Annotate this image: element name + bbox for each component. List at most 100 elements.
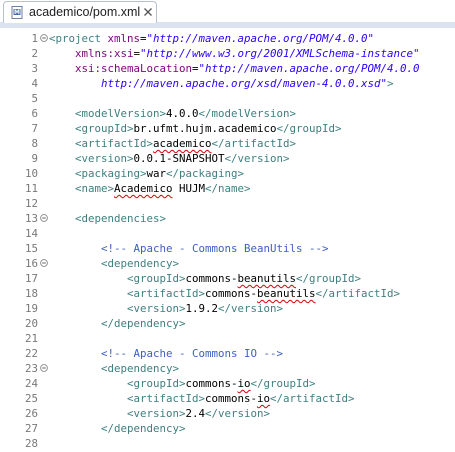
code-text: xsi:schemaLocation="http://maven.apache.… <box>49 61 420 76</box>
code-token: commons- <box>205 287 258 300</box>
code-token: 0.0.1-SNAPSHOT <box>133 152 225 165</box>
fold-toggle-icon[interactable] <box>40 259 48 267</box>
code-line[interactable]: 2 xmlns:xsi="http://www.w3.org/2001/XMLS… <box>0 46 455 61</box>
line-number: 5 <box>31 92 38 105</box>
code-line[interactable]: 21 <box>0 331 455 346</box>
fold-toggle-icon[interactable] <box>40 214 48 222</box>
line-number: 14 <box>24 227 38 240</box>
code-token: <artifactId> <box>49 137 154 150</box>
fold-toggle-icon[interactable] <box>40 34 48 42</box>
code-token: </modelVersion> <box>198 107 297 120</box>
code-token: <dependency> <box>49 362 180 375</box>
xml-source-editor[interactable]: 1 <project xmlns="http://maven.apache.org… <box>0 28 455 452</box>
code-line[interactable]: 13 <dependencies> <box>0 211 455 226</box>
line-number: 10 <box>24 167 38 180</box>
svg-text:M: M <box>14 9 20 16</box>
code-text: <packaging>war</packaging> <box>49 166 244 181</box>
line-number: 19 <box>24 302 38 315</box>
code-token: </groupId> <box>276 122 342 135</box>
code-token: <artifactId> <box>49 392 206 405</box>
code-token: <modelVersion> <box>49 107 167 120</box>
code-token: HUJM <box>172 182 206 195</box>
code-token: <dependency> <box>49 257 180 270</box>
line-number: 11 <box>24 182 38 195</box>
code-line[interactable]: 19 <version>1.9.2</version> <box>0 301 455 316</box>
code-line[interactable]: 16 <dependency> <box>0 256 455 271</box>
code-text: <dependency> <box>49 256 179 271</box>
line-number: 26 <box>24 407 38 420</box>
code-token: </artifactId> <box>211 137 297 150</box>
code-line[interactable]: 27 </dependency> <box>0 421 455 436</box>
code-text: <artifactId>commons-beanutils</artifactI… <box>49 286 400 301</box>
code-text: <modelVersion>4.0.0</modelVersion> <box>49 106 296 121</box>
code-text: <project xmlns="http://maven.apache.org/… <box>49 31 374 46</box>
code-token: </artifactId> <box>270 392 355 405</box>
code-token: academico <box>153 137 212 150</box>
code-token: commons- <box>205 392 258 405</box>
code-line[interactable]: 9 <version>0.0.1-SNAPSHOT</version> <box>0 151 455 166</box>
code-token: br.ufmt.hujm.academico <box>133 122 277 135</box>
line-number: 28 <box>24 437 38 450</box>
code-text: http://maven.apache.org/xsd/maven-4.0.0.… <box>49 76 394 91</box>
code-line[interactable]: 6 <modelVersion>4.0.0</modelVersion> <box>0 106 455 121</box>
code-line[interactable]: 1 <project xmlns="http://maven.apache.org… <box>0 31 455 46</box>
code-token: war <box>146 167 167 180</box>
tab-pom-xml[interactable]: M academico/pom.xml <box>3 1 157 23</box>
code-line[interactable]: 20 </dependency> <box>0 316 455 331</box>
fold-toggle-icon[interactable] <box>40 364 48 372</box>
line-number: 15 <box>24 242 38 255</box>
tab-title: academico/pom.xml <box>29 5 141 19</box>
code-line[interactable]: 8 <artifactId>academico</artifactId> <box>0 136 455 151</box>
code-text: xmlns:xsi="http://www.w3.org/2001/XMLSch… <box>49 46 420 61</box>
code-token: beanutils <box>257 287 316 300</box>
code-token: 2.4 <box>185 407 206 420</box>
code-line[interactable]: 23 <dependency> <box>0 361 455 376</box>
code-line[interactable]: 24 <groupId>commons-io</groupId> <box>0 376 455 391</box>
code-line[interactable]: 12 <box>0 196 455 211</box>
line-number: 22 <box>24 347 38 360</box>
line-number: 23 <box>24 362 38 375</box>
code-token: "http://maven.apache.org/POM/4.0.0 <box>198 62 420 75</box>
code-text: <version>1.9.2</version> <box>49 301 283 316</box>
code-text: <artifactId>academico</artifactId> <box>49 136 296 151</box>
code-token: <dependencies> <box>49 212 167 225</box>
code-text: <name>Academico HUJM</name> <box>49 181 251 196</box>
code-text: <dependency> <box>49 361 179 376</box>
code-token: > <box>387 77 394 90</box>
code-token: </artifactId> <box>315 287 401 300</box>
code-line[interactable]: 3 xsi:schemaLocation="http://maven.apach… <box>0 61 455 76</box>
code-line[interactable]: 11 <name>Academico HUJM</name> <box>0 181 455 196</box>
code-line[interactable]: 17 <groupId>commons-beanutils</groupId> <box>0 271 455 286</box>
code-line[interactable]: 4 http://maven.apache.org/xsd/maven-4.0.… <box>0 76 455 91</box>
code-line[interactable]: 28 <box>0 436 455 451</box>
code-token: beanutils <box>237 272 297 285</box>
code-text: <groupId>commons-io</groupId> <box>49 376 316 391</box>
line-number: 7 <box>31 122 38 135</box>
code-token: <groupId> <box>49 377 186 390</box>
code-token: <groupId> <box>49 122 134 135</box>
code-text: <!-- Apache - Commons BeanUtils --> <box>49 241 329 256</box>
line-number: 20 <box>24 317 38 330</box>
code-line[interactable]: 14 <box>0 226 455 241</box>
code-token: <groupId> <box>49 272 186 285</box>
code-text: </dependency> <box>49 421 186 436</box>
code-line[interactable]: 15 <!-- Apache - Commons BeanUtils --> <box>0 241 455 256</box>
line-number: 21 <box>24 332 38 345</box>
code-token: <!-- Apache - Commons BeanUtils --> <box>49 242 329 255</box>
code-line[interactable]: 10 <packaging>war</packaging> <box>0 166 455 181</box>
code-token: <artifactId> <box>49 287 206 300</box>
code-token: <!-- Apache - Commons IO --> <box>49 347 284 360</box>
code-line[interactable]: 7 <groupId>br.ufmt.hujm.academico</group… <box>0 121 455 136</box>
code-text: </dependency> <box>49 316 186 331</box>
code-line[interactable]: 26 <version>2.4</version> <box>0 406 455 421</box>
code-token: </groupId> <box>296 272 362 285</box>
code-line[interactable]: 18 <artifactId>commons-beanutils</artifa… <box>0 286 455 301</box>
code-text: <artifactId>commons-io</artifactId> <box>49 391 355 406</box>
code-line[interactable]: 25 <artifactId>commons-io</artifactId> <box>0 391 455 406</box>
line-number: 12 <box>24 197 38 210</box>
code-text: <version>0.0.1-SNAPSHOT</version> <box>49 151 290 166</box>
code-line[interactable]: 5 <box>0 91 455 106</box>
code-line[interactable]: 22 <!-- Apache - Commons IO --> <box>0 346 455 361</box>
close-icon[interactable] <box>143 7 153 17</box>
